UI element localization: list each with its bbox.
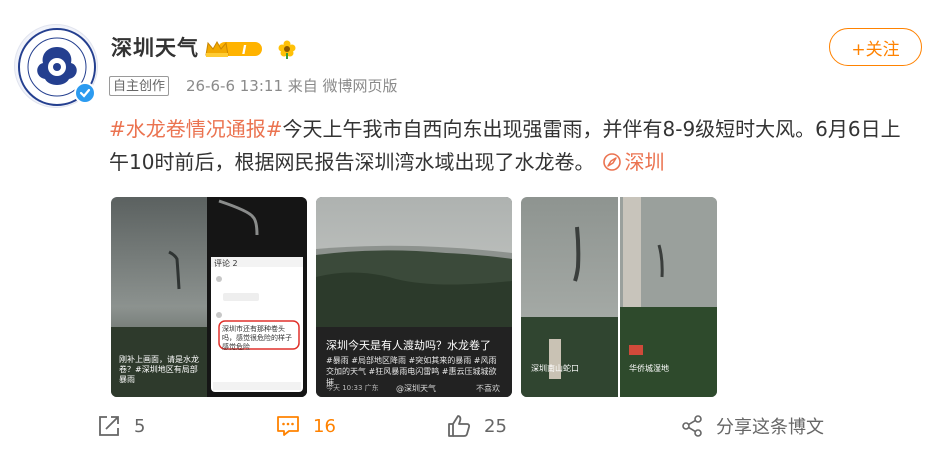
thumbs-up-icon <box>448 415 471 437</box>
post-meta[interactable]: 26-6-6 13:11 来自 微博网页版 <box>186 75 398 96</box>
comment-button[interactable]: 16 <box>275 410 336 442</box>
post-text: #水龙卷情况通报#今天上午我市自西向东出现强雷雨，并伴有8-9级短时大风。6月6… <box>109 113 919 179</box>
share-icon <box>682 415 702 437</box>
like-button[interactable]: 25 <box>446 410 507 442</box>
original-content-tag: 自主创作 <box>109 76 170 96</box>
location-label: 深圳 <box>624 150 665 174</box>
image1-caption: 刚补上画面，请是水龙卷？#深圳地区有局部暴雨 <box>119 355 199 384</box>
image1-comment-text: 深圳市还有那种卷头吗，感觉很危险的样子感觉危险 <box>222 325 292 351</box>
like-count: 25 <box>484 415 507 437</box>
share-label: 分享这条博文 <box>716 417 824 438</box>
location-icon <box>603 153 622 171</box>
image1-comment-title: 评论 2 <box>214 259 238 268</box>
comment-icon <box>277 416 299 436</box>
repost-count: 5 <box>134 415 146 437</box>
media-image-3[interactable]: 深圳南山蛇口 华侨城湿地 <box>521 197 717 397</box>
image2-footer-right: 不喜欢 <box>476 384 500 393</box>
vip-badge[interactable]: I <box>204 39 264 59</box>
repost-button[interactable]: 5 <box>96 410 145 442</box>
account-name[interactable]: 深圳天气 <box>111 32 199 62</box>
media-image-2[interactable]: 深圳今天是有人渡劫吗？水龙卷了 #暴雨 #局部地区降雨 #突如其来的暴雨 #风雨… <box>316 197 512 397</box>
media-image-1[interactable]: 刚补上画面，请是水龙卷？#深圳地区有局部暴雨 评论 2 深圳市还有那种卷头吗，感… <box>111 197 307 397</box>
share-button[interactable]: 分享这条博文 <box>680 410 824 442</box>
image2-footer-left: 今天 10:33 广东 <box>326 384 379 392</box>
image3-right-caption: 华侨城湿地 <box>629 364 669 373</box>
comment-count: 16 <box>313 415 336 437</box>
image2-watermark: @深圳天气 <box>396 384 436 393</box>
image2-caption: 深圳今天是有人渡劫吗？水龙卷了 <box>326 339 491 352</box>
vip-level: I <box>242 43 247 57</box>
flower-badge-icon <box>276 38 298 60</box>
hashtag-link[interactable]: #水龙卷情况通报# <box>109 117 283 141</box>
verified-icon <box>74 82 96 104</box>
location-link[interactable]: 深圳 <box>594 150 664 174</box>
follow-button[interactable]: +关注 <box>829 28 922 66</box>
repost-icon <box>99 416 119 436</box>
image3-left-caption: 深圳南山蛇口 <box>531 364 579 373</box>
